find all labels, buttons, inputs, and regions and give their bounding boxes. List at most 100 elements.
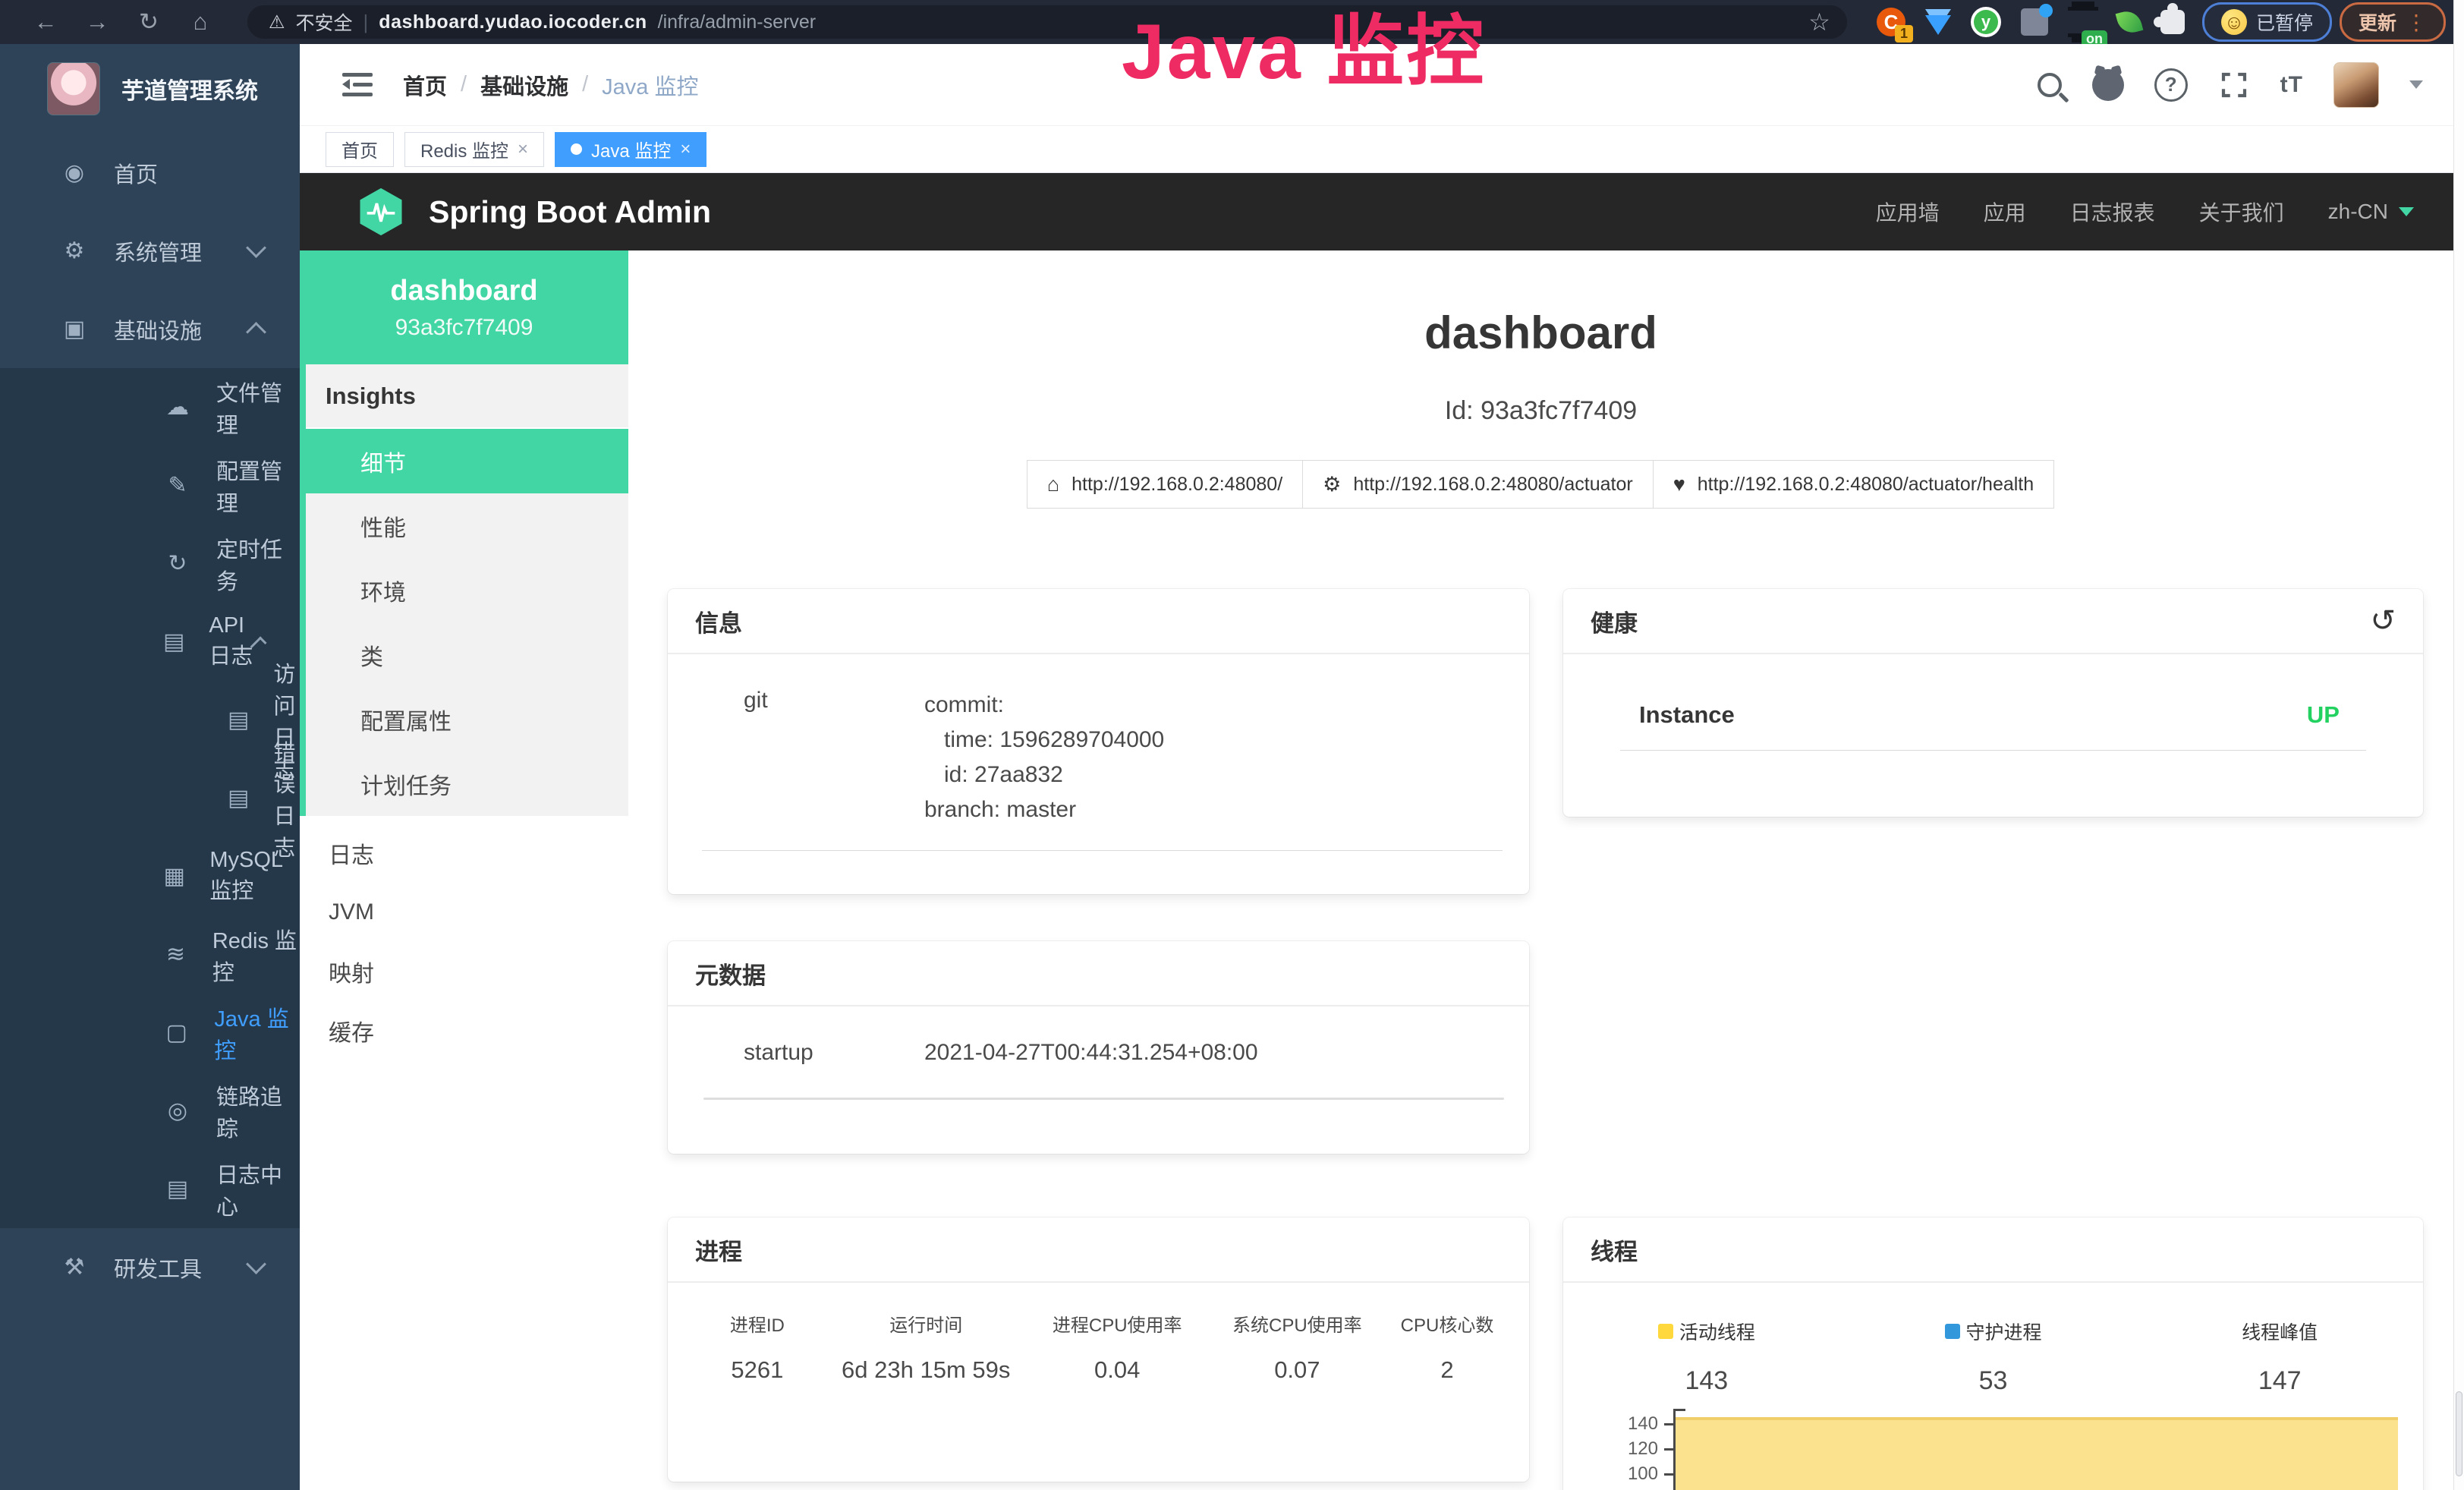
app-logo-row[interactable]: 芋道管理系统 bbox=[0, 44, 300, 134]
sba-menu-environment[interactable]: 环境 bbox=[306, 558, 628, 622]
sidebar-item-label: 文件管理 bbox=[216, 376, 300, 439]
sba-menu-jvm[interactable]: JVM bbox=[300, 883, 628, 942]
sba-instance-sidebar: dashboard 93a3fc7f7409 Insights 细节 性能 环境… bbox=[300, 250, 628, 1490]
browser-back-icon[interactable]: ← bbox=[20, 8, 71, 36]
sidebar-item-label: MySQL 监控 bbox=[209, 848, 300, 905]
extensions-puzzle-icon[interactable] bbox=[2160, 10, 2185, 34]
sba-menu-config-props[interactable]: 配置属性 bbox=[306, 687, 628, 751]
sba-nav-journal[interactable]: 日志报表 bbox=[2070, 197, 2155, 227]
edit-icon: ✎ bbox=[163, 472, 192, 499]
sba-nav-wallboard[interactable]: 应用墙 bbox=[1876, 197, 1940, 227]
extension-y-icon[interactable]: y bbox=[1971, 7, 2001, 37]
bookmark-star-icon[interactable]: ☆ bbox=[1808, 8, 1830, 36]
sidebar-item-redis-monitor[interactable]: ≋ Redis 监控 bbox=[0, 915, 300, 994]
sba-menu-logging[interactable]: 日志 bbox=[300, 824, 628, 883]
health-url-button[interactable]: ♥ http://192.168.0.2:48080/actuator/heal… bbox=[1653, 460, 2054, 509]
language-selector[interactable]: zh-CN bbox=[2328, 200, 2414, 224]
cloud-icon: ☁ bbox=[163, 394, 192, 421]
system-cpu: 0.07 bbox=[1211, 1356, 1383, 1384]
sidebar-item-home[interactable]: ◉ 首页 bbox=[0, 134, 300, 212]
breadcrumb-home[interactable]: 首页 bbox=[403, 69, 447, 101]
sba-brand[interactable]: Spring Boot Admin bbox=[429, 194, 711, 230]
sba-nav-applications[interactable]: 应用 bbox=[1984, 197, 2026, 227]
browser-home-icon[interactable]: ⌂ bbox=[175, 8, 226, 36]
history-icon[interactable]: ↺ bbox=[2370, 603, 2396, 638]
help-icon[interactable]: ? bbox=[2154, 68, 2188, 102]
breadcrumb-infra[interactable]: 基础设施 bbox=[480, 69, 568, 101]
health-instance-row[interactable]: Instance UP bbox=[1563, 654, 2423, 729]
service-url-button[interactable]: ⌂ http://192.168.0.2:48080/ bbox=[1027, 460, 1303, 509]
close-icon[interactable]: × bbox=[680, 139, 691, 160]
sba-menu-scheduled-tasks[interactable]: 计划任务 bbox=[306, 751, 628, 816]
sba-menu-details[interactable]: 细节 bbox=[306, 429, 628, 493]
language-label: zh-CN bbox=[2328, 200, 2388, 224]
extension-grid-icon[interactable] bbox=[2021, 8, 2048, 36]
live-threads-area-series bbox=[1676, 1417, 2398, 1490]
sidebar-item-error-logs[interactable]: ▤ 错误日志 bbox=[0, 759, 300, 837]
not-secure-label[interactable]: 不安全 bbox=[296, 8, 353, 36]
sidebar-item-infra[interactable]: ▣ 基础设施 bbox=[0, 290, 300, 368]
tab-home[interactable]: 首页 bbox=[326, 132, 394, 167]
sidebar-item-mysql-monitor[interactable]: ▦ MySQL 监控 bbox=[0, 837, 300, 915]
browser-reload-icon[interactable]: ↻ bbox=[123, 8, 175, 36]
sidebar-item-access-logs[interactable]: ▤ 访问日志 bbox=[0, 681, 300, 759]
sidebar-item-config-manage[interactable]: ✎ 配置管理 bbox=[0, 446, 300, 524]
sidebar-item-java-monitor[interactable]: ▢ Java 监控 bbox=[0, 994, 300, 1072]
avatar[interactable] bbox=[2333, 62, 2379, 108]
sidebar-item-label: API 日志 bbox=[209, 613, 254, 670]
browser-update-button[interactable]: 更新 ⋮ bbox=[2340, 2, 2446, 42]
address-bar[interactable]: ⚠ 不安全 | dashboard.yudao.iocoder.cn /infr… bbox=[247, 5, 1847, 39]
sidebar-item-tracing[interactable]: ◎ 链路追踪 bbox=[0, 1072, 300, 1150]
divider bbox=[1620, 750, 2366, 751]
fullscreen-icon[interactable] bbox=[2218, 69, 2250, 101]
sidebar-item-dev-tools[interactable]: ⚒ 研发工具 bbox=[0, 1228, 300, 1306]
sba-menu-classes[interactable]: 类 bbox=[306, 622, 628, 687]
font-size-icon[interactable]: tT bbox=[2280, 72, 2303, 98]
extension-colorpicker-icon[interactable]: C 1 bbox=[1877, 8, 1905, 36]
sba-menu-metrics[interactable]: 性能 bbox=[306, 493, 628, 558]
url-path[interactable]: /infra/admin-server bbox=[658, 11, 816, 33]
github-icon[interactable] bbox=[2092, 69, 2124, 101]
instance-name: dashboard bbox=[390, 275, 537, 307]
avatar-caret-icon[interactable] bbox=[2409, 80, 2423, 89]
extension-gem-icon[interactable] bbox=[1925, 9, 1951, 35]
close-icon[interactable]: × bbox=[518, 139, 528, 160]
url-host[interactable]: dashboard.yudao.iocoder.cn bbox=[379, 11, 647, 33]
legend-blue-icon bbox=[1945, 1324, 1960, 1339]
search-icon[interactable] bbox=[2038, 73, 2062, 97]
instance-header[interactable]: dashboard 93a3fc7f7409 bbox=[300, 250, 628, 364]
scrollbar-thumb[interactable] bbox=[2456, 1391, 2462, 1476]
paused-label: 已暂停 bbox=[2256, 8, 2313, 36]
breadcrumb-current: Java 监控 bbox=[602, 69, 698, 101]
y-tick: 140 bbox=[1601, 1413, 1658, 1435]
tab-label: Java 监控 bbox=[591, 136, 671, 162]
sba-nav-about[interactable]: 关于我们 bbox=[2199, 197, 2284, 227]
sidebar-item-scheduled-jobs[interactable]: ↻ 定时任务 bbox=[0, 524, 300, 603]
sba-menu-caches[interactable]: 缓存 bbox=[300, 1001, 628, 1060]
spring-boot-admin-logo[interactable] bbox=[356, 187, 406, 237]
y-tick: 120 bbox=[1601, 1438, 1658, 1460]
extension-switch-icon[interactable]: on bbox=[2068, 7, 2098, 37]
sba-menu-mappings[interactable]: 映射 bbox=[300, 942, 628, 1001]
extension-leaf-icon[interactable] bbox=[2118, 11, 2141, 33]
app-title: 芋道管理系统 bbox=[121, 72, 258, 106]
actuator-url-button[interactable]: ⚙ http://192.168.0.2:48080/actuator bbox=[1302, 460, 1654, 509]
browser-menu-icon[interactable]: ⋮ bbox=[2406, 10, 2427, 35]
health-row-label: Instance bbox=[1639, 701, 1735, 729]
instance-id: 93a3fc7f7409 bbox=[395, 315, 533, 341]
sidebar-item-api-logs[interactable]: ▤ API 日志 bbox=[0, 603, 300, 681]
profile-paused-chip[interactable]: ☺ 已暂停 bbox=[2202, 2, 2332, 42]
sidebar-submenu-infra: ☁ 文件管理 ✎ 配置管理 ↻ 定时任务 ▤ API 日志 ▤ 访问日志 ▤ bbox=[0, 368, 300, 1228]
browser-forward-icon[interactable]: → bbox=[71, 8, 123, 36]
stat-live-threads: 活动线程 143 bbox=[1563, 1318, 1850, 1396]
tab-java-monitor[interactable]: Java 监控 × bbox=[555, 132, 706, 167]
page-scrollbar[interactable] bbox=[2453, 0, 2464, 1490]
sidebar-fold-icon[interactable] bbox=[342, 73, 373, 97]
breadcrumb-separator: / bbox=[461, 72, 467, 97]
sidebar-item-file-manage[interactable]: ☁ 文件管理 bbox=[0, 368, 300, 446]
tab-redis-monitor[interactable]: Redis 监控 × bbox=[404, 132, 544, 167]
sidebar-item-system[interactable]: ⚙ 系统管理 bbox=[0, 212, 300, 290]
process-cpu: 0.04 bbox=[1024, 1356, 1211, 1384]
sidebar-item-label: 系统管理 bbox=[114, 235, 202, 267]
sidebar-item-log-center[interactable]: ▤ 日志中心 bbox=[0, 1150, 300, 1228]
